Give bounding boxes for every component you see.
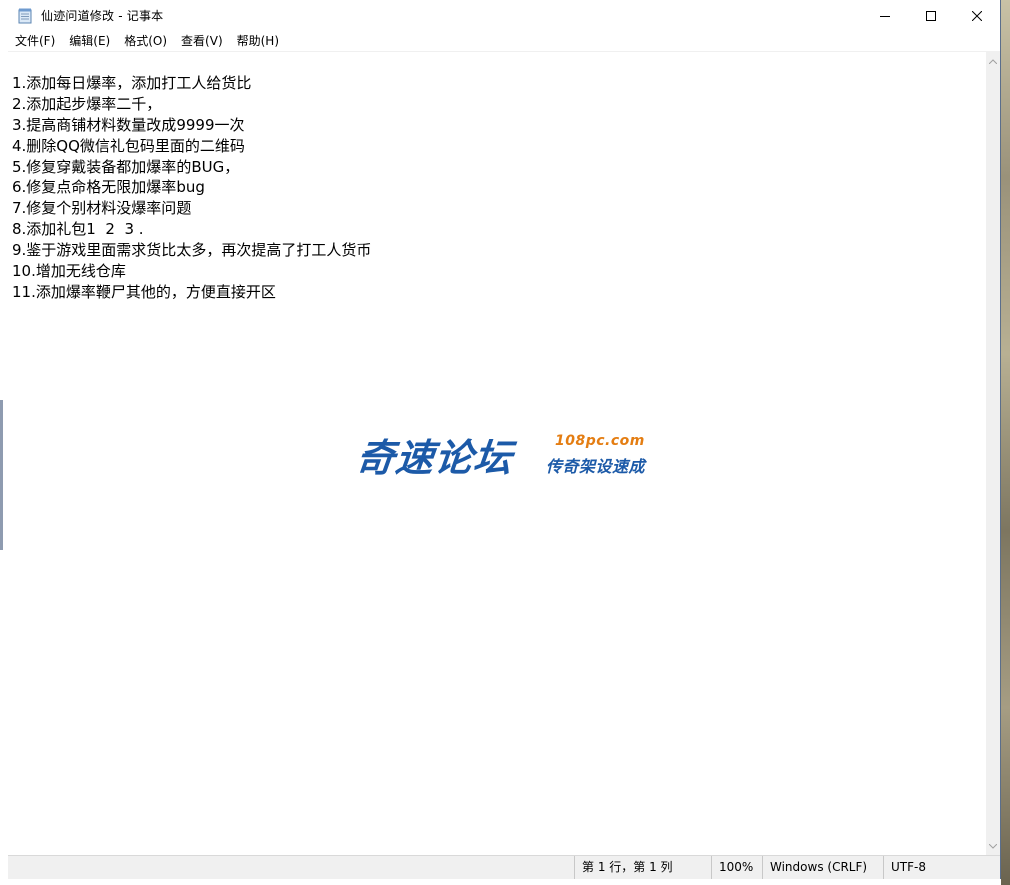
watermark-subtitle: 传奇架设速成 [546, 457, 646, 476]
menu-view[interactable]: 查看(V) [174, 31, 230, 51]
window-bottom-border [0, 879, 1001, 885]
encoding: UTF-8 [883, 856, 1000, 879]
text-line: 9.鉴于游戏里面需求货比太多，再次提高了打工人货币 [12, 241, 372, 260]
cursor-position: 第 1 行，第 1 列 [574, 856, 715, 879]
minimize-icon [880, 15, 890, 17]
scroll-down-button[interactable] [986, 839, 1000, 853]
text-line: 7.修复个别材料没爆率问题 [12, 199, 192, 218]
line-ending: Windows (CRLF) [762, 856, 883, 879]
text-editor[interactable]: 1.添加每日爆率，添加打工人给货比 2.添加起步爆率二千， 3.提高商铺材料数量… [8, 52, 986, 855]
menu-format[interactable]: 格式(O) [117, 31, 174, 51]
minimize-button[interactable] [862, 0, 908, 31]
window-title: 仙迹问道修改 - 记事本 [41, 9, 164, 23]
status-bar: 第 1 行，第 1 列 100% Windows (CRLF) UTF-8 [8, 855, 1000, 879]
watermark-main-text: 奇速论坛 [354, 436, 515, 480]
title-bar[interactable]: 仙迹问道修改 - 记事本 [8, 0, 1000, 31]
menu-help[interactable]: 帮助(H) [230, 31, 286, 51]
text-line: 6.修复点命格无限加爆率bug [12, 178, 205, 197]
zoom-level: 100% [711, 856, 762, 879]
watermark-logo: 奇速论坛 108pc.com 传奇架设速成 [354, 425, 657, 485]
chevron-up-icon [989, 58, 997, 64]
watermark-url: 108pc.com [555, 433, 645, 449]
scroll-up-button[interactable] [986, 54, 1000, 68]
text-line: 5.修复穿戴装备都加爆率的BUG， [12, 157, 240, 176]
text-line: 8.添加礼包1 2 3 . [12, 220, 144, 239]
desktop-background [1001, 0, 1010, 885]
close-button[interactable] [954, 0, 1000, 31]
window-left-border [0, 0, 8, 885]
text-line: 2.添加起步爆率二千， [12, 94, 162, 113]
close-icon [972, 10, 982, 21]
maximize-button[interactable] [908, 0, 954, 31]
notepad-icon [18, 8, 32, 24]
text-line: 11.添加爆率鞭尸其他的，方便直接开区 [12, 282, 276, 301]
menu-bar: 文件(F) 编辑(E) 格式(O) 查看(V) 帮助(H) [8, 31, 1000, 52]
window-controls [862, 0, 1000, 31]
document-text: 1.添加每日爆率，添加打工人给货比 2.添加起步爆率二千， 3.提高商铺材料数量… [12, 73, 371, 303]
text-line: 10.增加无线仓库 [12, 262, 126, 281]
text-line: 4.删除QQ微信礼包码里面的二维码 [12, 136, 245, 155]
notepad-window: 仙迹问道修改 - 记事本 文件(F) 编辑(E) 格式(O) 查看(V) 帮助(… [0, 0, 1001, 885]
menu-file[interactable]: 文件(F) [8, 31, 62, 51]
text-line: 1.添加每日爆率，添加打工人给货比 [12, 74, 252, 92]
chevron-down-icon [989, 843, 997, 849]
text-line: 3.提高商铺材料数量改成9999一次 [12, 115, 245, 134]
vertical-scrollbar[interactable] [986, 52, 1000, 855]
menu-edit[interactable]: 编辑(E) [62, 31, 117, 51]
maximize-icon [926, 10, 936, 21]
